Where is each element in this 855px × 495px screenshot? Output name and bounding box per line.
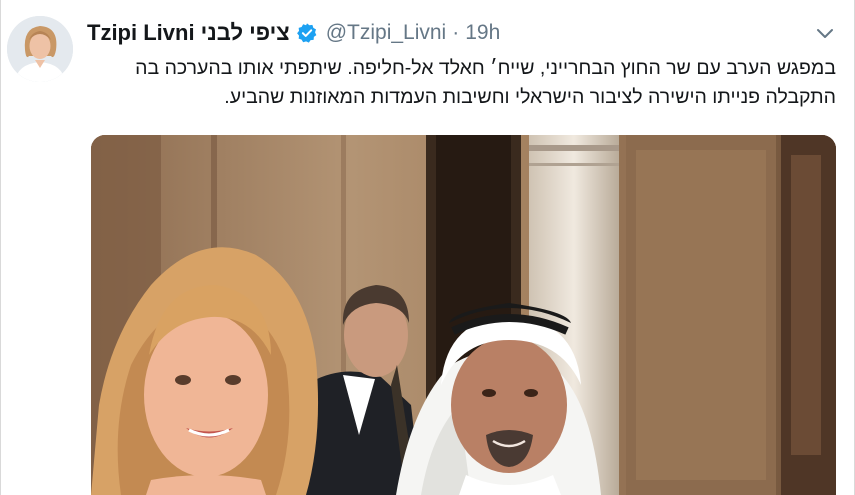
tweet-text: במפגש הערב עם שר החוץ הבחרייני, שייח׳ חא… [87,54,836,112]
tweet-text-line: במפגש הערב עם שר החוץ הבחרייני, שייח׳ חא… [135,57,836,79]
tweet-text-line: התקבלה פנייתו הישירה לציבור הישראלי וחשי… [224,86,836,108]
separator-dot: · [452,21,460,44]
avatar[interactable] [7,16,73,82]
chevron-down-icon[interactable] [814,22,836,44]
timestamp[interactable]: 19h [465,21,500,45]
display-name[interactable]: Tzipi Livni ציפי לבני [87,20,290,46]
tweet-header: Tzipi Livni ציפי לבני @Tzipi_Livni · 19h [87,18,500,48]
verified-badge-icon [296,22,318,44]
handle[interactable]: @Tzipi_Livni [326,21,447,45]
tweet-card: Tzipi Livni ציפי לבני @Tzipi_Livni · 19h… [0,0,855,495]
tweet-photo[interactable] [91,135,836,495]
